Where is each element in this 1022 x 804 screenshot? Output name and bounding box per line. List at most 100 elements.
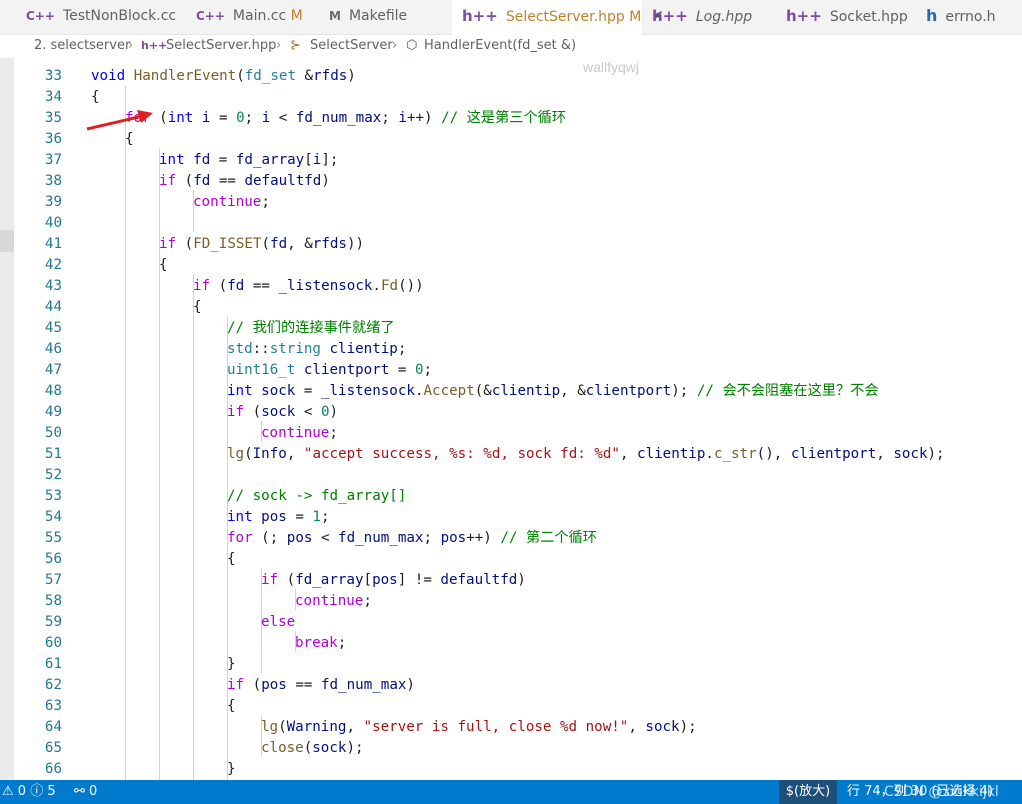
line-number: 51 [44, 446, 62, 462]
code-line[interactable]: 46 std::string clientip; [14, 339, 1022, 360]
code-line[interactable]: 33 void HandlerEvent(fd_set &rfds) [14, 66, 1022, 87]
code-text: std::string clientip; [227, 341, 407, 357]
code-text: int fd = fd_array[i]; [159, 152, 339, 168]
code-text: for (int i = 0; i < fd_num_max; i++) // … [125, 110, 567, 126]
code-line[interactable]: 49 if (sock < 0) [14, 402, 1022, 423]
line-number: 38 [44, 173, 62, 189]
breadcrumb-class[interactable]: SelectServer [310, 35, 393, 57]
line-number: 33 [44, 68, 62, 84]
code-text: int sock = _listensock.Accept(&clientip,… [227, 383, 879, 399]
code-text: lg(Warning, "server is full, close %d no… [261, 719, 697, 735]
tab-selectserver[interactable]: h++ SelectServer.hpp M ✕ [452, 0, 664, 35]
tab-testnonblock[interactable]: C++ TestNonBlock.cc [26, 0, 176, 34]
chevron-right-icon: › [128, 38, 134, 53]
code-text: } [227, 761, 236, 777]
cpp-file-icon: C++ [26, 9, 55, 23]
code-line[interactable]: 38 if (fd == defaultfd) [14, 171, 1022, 192]
line-number: 53 [44, 488, 62, 504]
error-icon: ⓘ [30, 784, 44, 799]
code-line[interactable]: 65 close(sock); [14, 738, 1022, 759]
cpp-file-icon: C++ [196, 9, 225, 23]
code-line[interactable]: 52 [14, 465, 1022, 486]
code-line[interactable]: 51 lg(Info, "accept success, %s: %d, sock… [14, 444, 1022, 465]
code-text: { [227, 551, 236, 567]
code-line[interactable]: 36{ [14, 129, 1022, 150]
code-line[interactable]: 44 { [14, 297, 1022, 318]
code-line[interactable]: 55 for (; pos < fd_num_max; pos++) // 第二个… [14, 528, 1022, 549]
code-text: { [193, 299, 202, 315]
modified-indicator: M [290, 8, 303, 24]
tab-log[interactable]: h++ Log.hpp [652, 0, 752, 34]
code-text: continue; [295, 593, 372, 609]
ports-indicator[interactable]: ⚯ 0 [74, 780, 97, 804]
code-text: { [91, 89, 100, 105]
line-number: 65 [44, 740, 62, 756]
code-line[interactable]: 42 { [14, 255, 1022, 276]
line-number: 59 [44, 614, 62, 630]
tab-makefile[interactable]: M Makefile [329, 0, 407, 34]
breadcrumb-folder[interactable]: 2. selectserver [34, 35, 130, 57]
method-cube-icon: ⬡ [406, 38, 418, 53]
code-line[interactable]: 35 for (int i = 0; i < fd_num_max; i++) /… [14, 108, 1022, 129]
code-line[interactable]: 34 { [14, 87, 1022, 108]
line-number: 60 [44, 635, 62, 651]
code-line[interactable]: 54 int pos = 1; [14, 507, 1022, 528]
code-text: { [227, 698, 236, 714]
code-line[interactable]: 47 uint16_t clientport = 0; [14, 360, 1022, 381]
red-arrow-annotation [86, 110, 153, 131]
code-line[interactable]: 58 continue; [14, 591, 1022, 612]
code-text: if (fd_array[pos] != defaultfd) [261, 572, 526, 588]
code-line[interactable]: 45 // 我们的连接事件就绪了 [14, 318, 1022, 339]
code-line[interactable]: 60 break; [14, 633, 1022, 654]
problems-indicator[interactable]: ⚠ 0 ⓘ 5 [2, 780, 56, 804]
activity-strip [0, 58, 14, 780]
code-editor[interactable]: 33 void HandlerEvent(fd_set &rfds) 34 {35 fo… [14, 58, 1022, 780]
code-text: uint16_t clientport = 0; [227, 362, 433, 378]
code-line[interactable]: 62 if (pos == fd_num_max) [14, 675, 1022, 696]
code-line[interactable]: 66} [14, 759, 1022, 780]
breadcrumb-method[interactable]: HandlerEvent(fd_set &) [424, 35, 576, 57]
code-line[interactable]: 50 continue; [14, 423, 1022, 444]
activity-strip-marker [0, 230, 14, 252]
header-file-icon: h++ [652, 7, 688, 25]
line-number: 50 [44, 425, 62, 441]
code-line[interactable]: 57 if (fd_array[pos] != defaultfd) [14, 570, 1022, 591]
code-line[interactable]: 56 { [14, 549, 1022, 570]
tab-socket[interactable]: h++ Socket.hpp [786, 0, 908, 34]
line-number: 39 [44, 194, 62, 210]
line-number: 37 [44, 152, 62, 168]
line-number: 52 [44, 467, 62, 483]
line-number: 40 [44, 215, 62, 231]
code-line[interactable]: 61} [14, 654, 1022, 675]
chevron-right-icon: › [276, 38, 282, 53]
code-text: // 我们的连接事件就绪了 [227, 320, 395, 336]
code-line[interactable]: 40 [14, 213, 1022, 234]
code-text: int pos = 1; [227, 509, 330, 525]
tab-main[interactable]: C++ Main.cc M [196, 0, 303, 34]
code-text: close(sock); [261, 740, 364, 756]
line-number: 58 [44, 593, 62, 609]
header-file-icon: h++ [786, 7, 822, 25]
breadcrumb-file[interactable]: SelectServer.hpp [166, 35, 276, 57]
code-text: lg(Info, "accept success, %s: %d, sock f… [227, 446, 945, 462]
code-text: continue; [193, 194, 270, 210]
code-line[interactable]: 63 { [14, 696, 1022, 717]
status-bar: ⚠ 0 ⓘ 5 ⚯ 0 $(放大) 行 74，列 30 (已选择 4) CSDN… [0, 780, 1022, 804]
watermark: wallfyqwj [583, 59, 640, 75]
code-line[interactable]: 39 continue; [14, 192, 1022, 213]
code-text: } [227, 656, 236, 672]
code-line[interactable]: 37 int fd = fd_array[i]; [14, 150, 1022, 171]
line-number: 55 [44, 530, 62, 546]
code-line[interactable]: 64 lg(Warning, "server is full, close %d … [14, 717, 1022, 738]
code-line[interactable]: 43 if (fd == _listensock.Fd()) [14, 276, 1022, 297]
tab-errno[interactable]: h errno.h [926, 0, 996, 34]
code-line[interactable]: 53 // sock -> fd_array[] [14, 486, 1022, 507]
line-number: 44 [44, 299, 62, 315]
line-number: 41 [44, 236, 62, 252]
code-line[interactable]: 48 int sock = _listensock.Accept(&clienti… [14, 381, 1022, 402]
code-text: { [159, 257, 168, 273]
code-line[interactable]: 41 if (FD_ISSET(fd, &rfds)) [14, 234, 1022, 255]
code-line[interactable]: 59 else [14, 612, 1022, 633]
line-number: 34 [44, 89, 62, 105]
zoom-indicator[interactable]: $(放大) [779, 780, 837, 804]
